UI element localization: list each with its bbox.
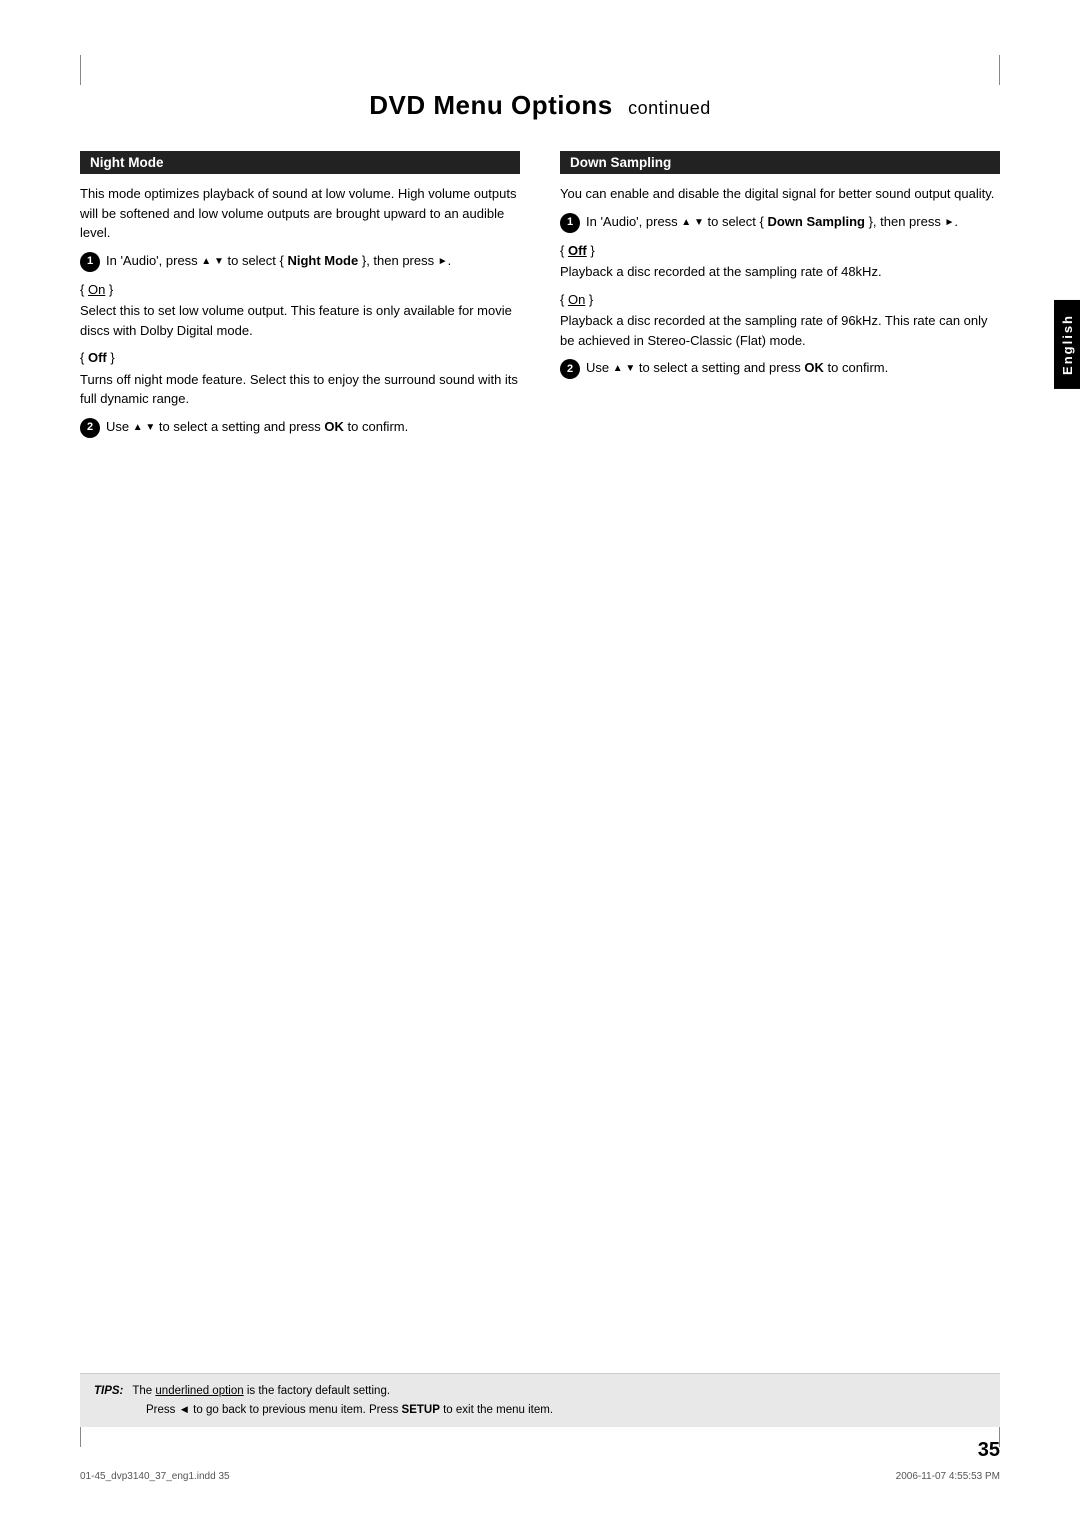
off-label: { Off } (80, 348, 520, 368)
footer-file: 01-45_dvp3140_37_eng1.indd 35 (80, 1471, 230, 1482)
top-line-right (999, 55, 1000, 85)
night-mode-header: Night Mode (80, 151, 520, 174)
ds-step1-content: In 'Audio', press ▲ ▼ to select { Down S… (586, 212, 1000, 232)
down-sampling-step1: 1 In 'Audio', press ▲ ▼ to select { Down… (560, 212, 1000, 233)
english-label: English (1060, 314, 1075, 375)
on-label: { On } (80, 280, 520, 300)
english-tab: English (1054, 300, 1080, 389)
down-sampling-intro: You can enable and disable the digital s… (560, 184, 1000, 204)
step1-number: 1 (80, 252, 100, 272)
ds-off-label: { Off } (560, 241, 1000, 261)
footer-date: 2006-11-07 4:55:53 PM (896, 1471, 1000, 1482)
tips-label: TIPS: (94, 1385, 123, 1397)
page-number: 35 (978, 1439, 1000, 1462)
ds-off-text: Playback a disc recorded at the sampling… (560, 262, 1000, 282)
step2-number: 2 (80, 418, 100, 438)
page-title: DVD Menu Options continued (80, 90, 1000, 121)
night-mode-step2: 2 Use ▲ ▼ to select a setting and press … (80, 417, 520, 438)
ds-step2-number: 2 (560, 359, 580, 379)
step2-arrows: ▲ ▼ (133, 422, 156, 433)
top-line-left (80, 55, 81, 85)
off-label-text: Off (88, 350, 107, 365)
step1-content: In 'Audio', press ▲ ▼ to select { Night … (106, 251, 520, 271)
step1-bold: Night Mode (287, 253, 358, 268)
step1-arrow-right: ► (438, 256, 448, 267)
off-text: Turns off night mode feature. Select thi… (80, 370, 520, 409)
night-mode-column: Night Mode This mode optimizes playback … (80, 151, 520, 446)
tips-line1: The underlined option is the factory def… (132, 1385, 390, 1397)
ds-step2-arrows: ▲ ▼ (613, 363, 636, 374)
content-columns: Night Mode This mode optimizes playback … (80, 151, 1000, 446)
ds-off-block: { Off } Playback a disc recorded at the … (560, 241, 1000, 282)
on-text: Select this to set low volume output. Th… (80, 301, 520, 340)
step2-ok: OK (324, 419, 344, 434)
step1-arrows: ▲ ▼ (201, 256, 224, 267)
ds-on-block: { On } Playback a disc recorded at the s… (560, 290, 1000, 351)
ds-step1-number: 1 (560, 213, 580, 233)
title-text: DVD Menu Options (369, 90, 612, 120)
night-mode-on-block: { On } Select this to set low volume out… (80, 280, 520, 341)
ds-step2: 2 Use ▲ ▼ to select a setting and press … (560, 358, 1000, 379)
ds-on-label: { On } (560, 290, 1000, 310)
night-mode-intro: This mode optimizes playback of sound at… (80, 184, 520, 243)
underlined-option: underlined option (155, 1385, 243, 1397)
ds-step1-arrows: ▲ ▼ (681, 217, 704, 228)
ds-off-label-text: Off (568, 243, 587, 258)
tips-line2-indent: Press ◄ to go back to previous menu item… (146, 1404, 553, 1416)
down-sampling-header: Down Sampling (560, 151, 1000, 174)
night-mode-step1: 1 In 'Audio', press ▲ ▼ to select { Nigh… (80, 251, 520, 272)
ds-on-text: Playback a disc recorded at the sampling… (560, 311, 1000, 350)
ds-on-label-text: On (568, 292, 585, 307)
ds-step2-content: Use ▲ ▼ to select a setting and press OK… (586, 358, 1000, 378)
ds-step2-ok: OK (804, 360, 824, 375)
title-suffix: continued (628, 98, 711, 118)
ds-step1-arrow-right: ► (944, 217, 954, 228)
step2-content: Use ▲ ▼ to select a setting and press OK… (106, 417, 520, 437)
down-sampling-column: Down Sampling You can enable and disable… (560, 151, 1000, 446)
night-mode-off-block: { Off } Turns off night mode feature. Se… (80, 348, 520, 409)
tips-footer: TIPS: The underlined option is the facto… (80, 1373, 1000, 1427)
page-container: English DVD Menu Options continued Night… (0, 0, 1080, 1527)
setup-bold: SETUP (402, 1404, 440, 1416)
on-label-text: On (88, 282, 105, 297)
ds-step1-bold: Down Sampling (767, 214, 865, 229)
